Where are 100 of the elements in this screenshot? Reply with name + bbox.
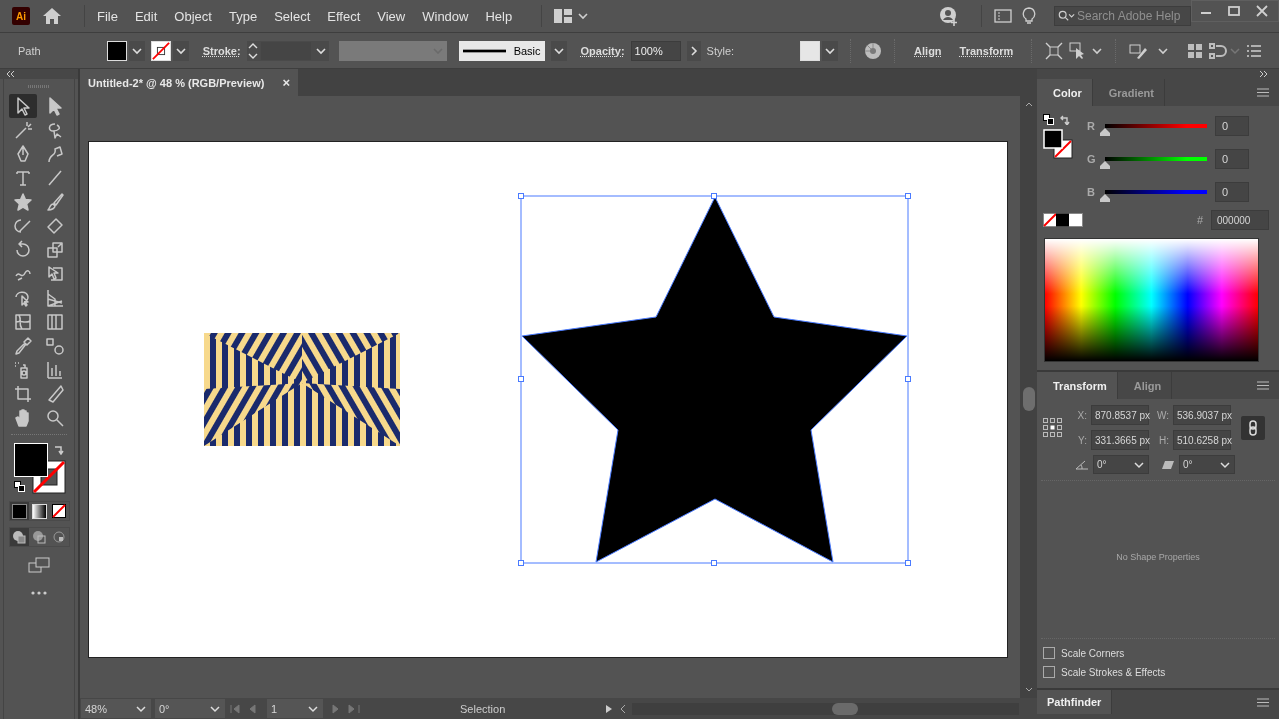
chevron-down-icon[interactable] [209,703,221,714]
scroll-up-icon[interactable] [1024,102,1033,107]
artboard-number-field[interactable]: 1 [267,699,323,718]
panel-icon[interactable] [994,9,1012,23]
slider-thumb[interactable] [1100,194,1110,202]
maximize-icon[interactable] [1228,5,1240,17]
isolate-icon[interactable] [1045,41,1064,60]
menu-item[interactable]: Window [422,8,469,24]
hex-field[interactable]: 000000 [1211,210,1269,230]
panel-tab[interactable]: Align [1117,372,1173,399]
more-tools-icon[interactable] [31,591,47,595]
opacity-label[interactable]: Opacity: [580,44,625,57]
transform-link[interactable]: Transform [959,44,1014,57]
fill-stroke-swatch-drawing[interactable] [1043,129,1073,159]
drag-grip-icon[interactable] [28,85,50,88]
document-tab[interactable]: Untitled-2* @ 48 % (RGB/Preview) × [80,69,298,96]
swap-arrow-icon[interactable] [53,443,65,455]
edit-pencil-icon[interactable] [1129,41,1170,60]
close-icon[interactable] [1256,5,1268,17]
rotation-field[interactable]: 0° [155,699,225,718]
chevron-down-icon[interactable] [135,703,147,714]
expand-icon[interactable] [1259,70,1269,78]
screen-mode-icon[interactable] [28,557,50,573]
chevron-down-icon[interactable] [172,40,189,61]
channel-value-field[interactable]: 0 [1215,116,1249,136]
lightbulb-icon[interactable] [1022,7,1036,25]
checkbox[interactable] [1043,666,1055,678]
user-profile-icon[interactable] [939,6,959,26]
transform-value-field[interactable]: 536.9037 px [1173,405,1231,425]
reference-point-icon[interactable] [1043,417,1063,438]
slider-thumb[interactable] [1100,161,1110,169]
menu-item[interactable]: View [377,8,406,24]
channel-value-field[interactable]: 0 [1215,182,1249,202]
scroll-down-icon[interactable] [1024,687,1033,692]
workspace-layout-icon[interactable] [554,9,591,23]
slider-thumb[interactable] [1100,128,1110,136]
menu-item[interactable]: File [97,8,118,24]
chevron-down-icon[interactable] [822,40,839,61]
color-mode-button[interactable] [9,502,29,520]
panel-tab[interactable]: Pathfinder [1037,690,1113,714]
chevron-down-icon[interactable] [1133,459,1145,470]
list-menu-icon[interactable] [1247,44,1261,57]
graphic-style-swatch[interactable] [800,40,821,61]
vertical-scrollbar[interactable] [1020,96,1037,698]
color-spectrum[interactable] [1044,238,1259,362]
align-link[interactable]: Align [914,44,942,57]
chevron-down-icon[interactable] [307,703,319,714]
transform-value-field[interactable]: 331.3665 px [1091,430,1149,450]
panel-menu-icon[interactable] [1257,381,1269,390]
transform-value-field[interactable]: 510.6258 px [1173,430,1231,450]
channel-value-field[interactable]: 0 [1215,149,1249,169]
zoom-field[interactable]: 48% [81,699,151,718]
draw-normal-button[interactable] [9,528,29,546]
constrain-proportions-button[interactable] [1241,415,1265,440]
swap-arrow-icon[interactable] [1059,114,1070,125]
select-similar-icon[interactable] [1069,41,1104,60]
fill-swatch[interactable] [106,40,127,61]
brush-definition-dropdown[interactable]: Basic [458,40,545,61]
quick-swatches-drawing[interactable] [1043,213,1083,227]
checkbox-option[interactable]: Scale Strokes & Effects [1043,666,1273,678]
scroll-thumb[interactable] [832,702,858,715]
chevron-right-icon[interactable] [686,40,701,61]
default-colors-icon[interactable] [14,481,25,492]
horizontal-scrollbar[interactable] [632,702,1019,715]
chevron-down-icon[interactable] [128,40,145,61]
tab-close-button[interactable]: × [282,75,290,90]
menu-item[interactable]: Edit [134,8,158,24]
stroke-label[interactable]: Stroke: [202,44,241,57]
collapse-icon[interactable] [6,70,16,78]
checkbox[interactable] [1043,647,1055,659]
panel-tab[interactable]: Gradient [1092,79,1165,106]
stroke-weight-field[interactable] [246,40,329,61]
search-field[interactable]: Search Adobe Help [1054,6,1191,26]
panel-tab[interactable]: Transform [1037,372,1118,399]
default-colors-icon[interactable] [1043,114,1054,125]
chevron-down-icon[interactable] [550,40,567,61]
scroll-left-icon[interactable] [618,703,628,714]
selection-arrow-tool-button[interactable] [9,94,37,118]
panel-menu-icon[interactable] [1257,697,1269,707]
opacity-field[interactable]: 100% [630,40,681,61]
scroll-thumb[interactable] [1022,387,1035,411]
home-icon[interactable] [42,7,62,25]
panel-tab[interactable]: Color [1037,79,1093,106]
checkbox-option[interactable]: Scale Corners [1043,647,1273,659]
shear-field[interactable]: 0° [1179,455,1235,474]
rotate-field[interactable]: 0° [1093,455,1149,474]
recolor-wheel-icon[interactable] [864,41,883,60]
distribute-icon[interactable] [1209,42,1241,59]
play-icon[interactable] [604,703,614,714]
chevron-down-icon[interactable] [1219,459,1231,470]
stroke-none-swatch[interactable] [150,40,171,61]
spinner-icon[interactable] [246,41,259,60]
grid-icon[interactable] [1187,42,1203,59]
menu-item[interactable]: Select [274,8,311,24]
menu-item[interactable]: Type [228,8,258,24]
menu-item[interactable]: Effect [327,8,361,24]
transform-value-field[interactable]: 870.8537 px [1091,405,1149,425]
menu-item[interactable]: Help [485,8,513,24]
panel-menu-icon[interactable] [1257,88,1269,97]
gradient-mode-button[interactable] [29,502,49,520]
